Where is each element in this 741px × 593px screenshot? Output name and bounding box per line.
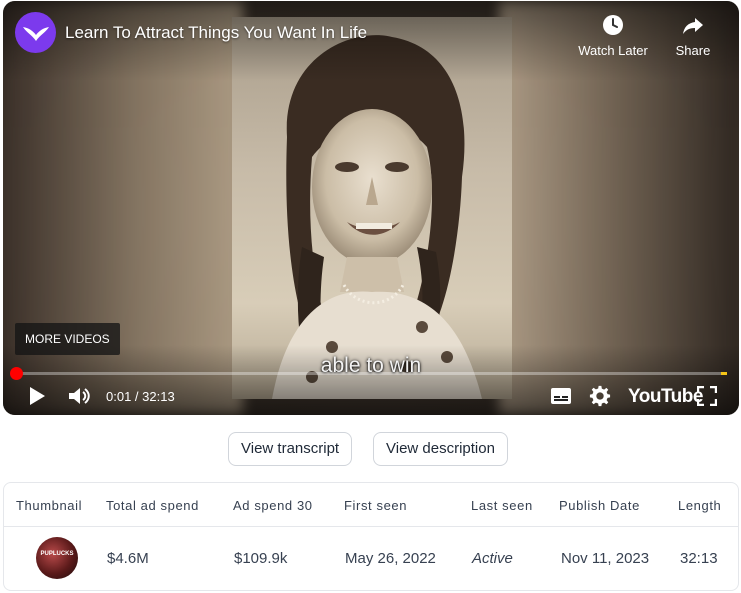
video-thumbnail[interactable]: PUPLUCKS xyxy=(36,537,78,579)
clock-icon xyxy=(603,15,623,35)
watch-later-label: Watch Later xyxy=(578,43,648,58)
video-actions: View transcript View description xyxy=(0,432,741,466)
channel-avatar[interactable] xyxy=(15,12,56,53)
play-icon[interactable] xyxy=(27,385,47,407)
cell-total-ad-spend: $4.6M xyxy=(107,550,149,567)
volume-icon[interactable] xyxy=(67,385,93,407)
more-videos-button[interactable]: MORE VIDEOS xyxy=(15,323,120,355)
progress-bar[interactable] xyxy=(9,367,727,380)
table-row[interactable]: PUPLUCKS $4.6M $109.9k May 26, 2022 Acti… xyxy=(4,527,738,590)
ad-stats-table: Thumbnail Total ad spend Ad spend 30 Fir… xyxy=(3,482,739,591)
table-header: Thumbnail Total ad spend Ad spend 30 Fir… xyxy=(4,483,738,527)
video-title[interactable]: Learn To Attract Things You Want In Life xyxy=(65,23,367,43)
header-total-ad-spend: Total ad spend xyxy=(106,498,199,513)
share-arrow-icon xyxy=(683,18,703,34)
header-publish-date: Publish Date xyxy=(559,498,640,513)
progress-scrubber[interactable] xyxy=(9,367,23,380)
fullscreen-icon[interactable] xyxy=(697,386,717,406)
header-length: Length xyxy=(678,498,722,513)
cell-first-seen: May 26, 2022 xyxy=(345,550,436,567)
cell-length: 32:13 xyxy=(680,550,718,567)
settings-gear-icon[interactable] xyxy=(589,385,611,407)
view-description-button[interactable]: View description xyxy=(373,432,508,466)
thumbnail-text: PUPLUCKS xyxy=(40,551,74,557)
youtube-logo[interactable]: YouTube xyxy=(628,386,703,408)
share-label: Share xyxy=(675,43,711,58)
header-first-seen: First seen xyxy=(344,498,408,513)
cell-last-seen: Active xyxy=(472,550,513,567)
view-transcript-button[interactable]: View transcript xyxy=(228,432,353,466)
captions-icon[interactable] xyxy=(550,387,572,405)
header-last-seen: Last seen xyxy=(471,498,533,513)
ad-marker xyxy=(721,372,727,375)
share-button[interactable]: Share xyxy=(653,13,733,58)
cell-publish-date: Nov 11, 2023 xyxy=(561,550,650,567)
header-ad-spend-30: Ad spend 30 xyxy=(233,498,313,513)
video-player[interactable]: Learn To Attract Things You Want In Life… xyxy=(3,1,739,415)
time-readout: 0:01 / 32:13 xyxy=(106,389,175,404)
cell-ad-spend-30: $109.9k xyxy=(234,550,288,567)
header-thumbnail: Thumbnail xyxy=(16,498,83,513)
watch-later-button[interactable]: Watch Later xyxy=(573,13,653,58)
wing-logo-icon xyxy=(22,26,49,41)
